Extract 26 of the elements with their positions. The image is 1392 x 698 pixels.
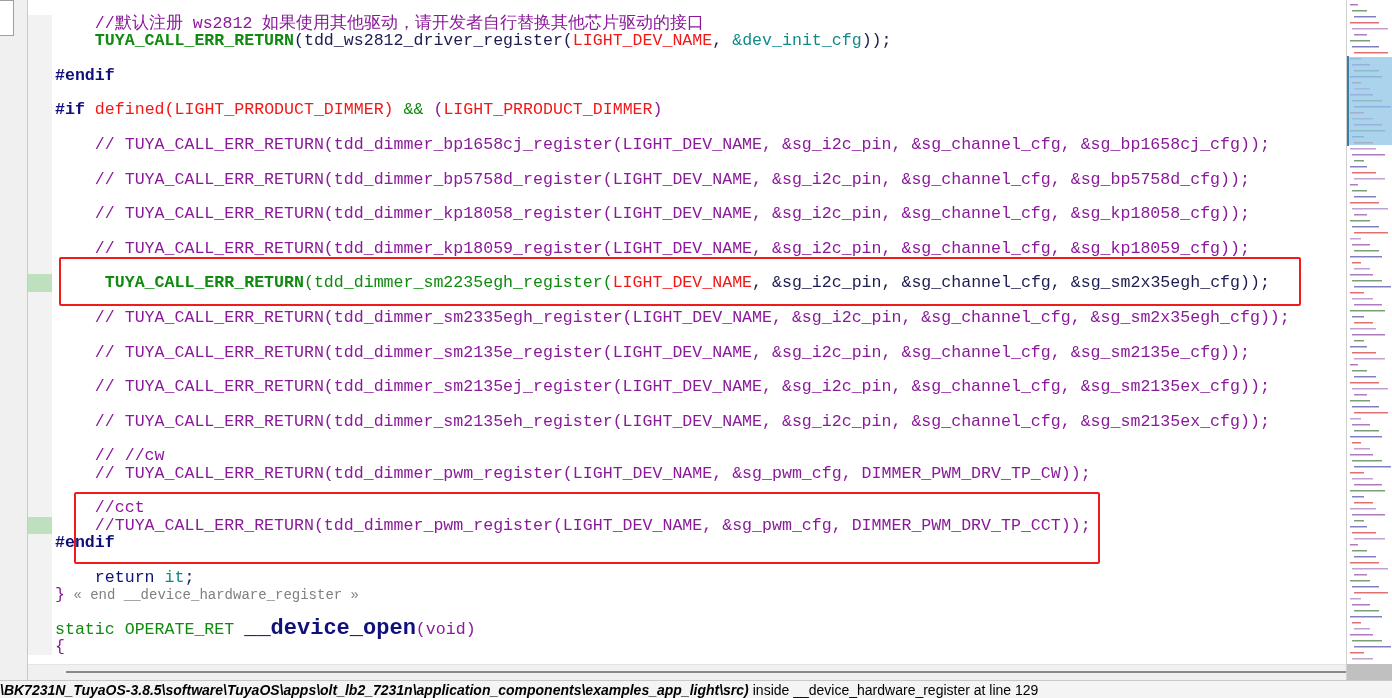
code-line: // TUYA_CALL_ERR_RETURN(tdd_dimmer_pwm_register(LIGHT_DEV_NAME, &sg_pwm_cfg, DIMMER_PWM_DRV_TP_CW));	[93, 464, 1091, 482]
horizontal-scrollbar[interactable]	[28, 664, 1346, 680]
cursor-context: inside __device_hardware_register at line 129	[752, 682, 1039, 698]
code-line: // TUYA_CALL_ERR_RETURN(tdd_dimmer_sm2135eh_register(LIGHT_DEV_NAME, &sg_i2c_pin, &sg_channel_cfg, &sg_sm2135ex_cfg));	[93, 412, 1270, 431]
code-line: // TUYA_CALL_ERR_RETURN(tdd_dimmer_kp18058_register(LIGHT_DEV_NAME, &sg_i2c_pin, &sg_channel_cfg, &sg_kp18058_cfg));	[93, 205, 1250, 223]
code-line: {	[55, 637, 65, 655]
code-line: // TUYA_CALL_ERR_RETURN(tdd_dimmer_bp1658cj_register(LIGHT_DEV_NAME, &sg_i2c_pin, &sg_channel_cfg, &sg_bp1658cj_cfg));	[93, 136, 1270, 154]
code-line: static OPERATE_RET __device_open(void)	[55, 620, 476, 638]
code-line: TUYA_CALL_ERR_RETURN(tdd_ws2812_driver_register(LIGHT_DEV_NAME, &dev_init_cfg));	[93, 32, 892, 50]
code-line: // TUYA_CALL_ERR_RETURN(tdd_dimmer_sm2135e_register(LIGHT_DEV_NAME, &sg_i2c_pin, &sg_channel_cfg, &sg_sm2135e_cfg));	[93, 343, 1250, 361]
file-path: \BK7231N_TuyaOS-3.8.5\software\TuyaOS\apps\olt_lb2_7231n\application_components\examples_app_light\src)	[0, 682, 749, 698]
code-line: // TUYA_CALL_ERR_RETURN(tdd_dimmer_sm2135ej_register(LIGHT_DEV_NAME, &sg_i2c_pin, &sg_channel_cfg, &sg_sm2135ex_cfg));	[93, 378, 1270, 396]
code-line: //默认注册 ws2812 如果使用其他驱动，请开发者自行替换其他芯片驱动的接口	[93, 15, 705, 33]
code-line: #if defined(LIGHT_PRRODUCT_DIMMER) && (LIGHT_PRRODUCT_DIMMER)	[55, 101, 663, 119]
code-line: } « end __device_hardware_register »	[55, 585, 360, 604]
code-line: // //cw	[93, 447, 165, 465]
panel-field[interactable]	[0, 0, 14, 36]
code-line: // TUYA_CALL_ERR_RETURN(tdd_dimmer_kp18059_register(LIGHT_DEV_NAME, &sg_i2c_pin, &sg_channel_cfg, &sg_kp18059_cfg));	[93, 239, 1250, 258]
code-line: #endif	[55, 66, 115, 85]
code-line: return it;	[93, 568, 195, 586]
code-line: //cct	[93, 499, 145, 517]
code-line: // TUYA_CALL_ERR_RETURN(tdd_dimmer_bp5758d_register(LIGHT_DEV_NAME, &sg_i2c_pin, &sg_channel_cfg, &sg_bp5758d_cfg));	[93, 170, 1250, 188]
code-line: TUYA_CALL_ERR_RETURN(tdd_dimmer_sm2235egh_register(LIGHT_DEV_NAME, &sg_i2c_pin, &sg_channel_cfg, &sg_sm2x35egh_cfg));	[103, 274, 1270, 292]
code-line: //TUYA_CALL_ERR_RETURN(tdd_dimmer_pwm_register(LIGHT_DEV_NAME, &sg_pwm_cfg, DIMMER_PWM_DRV_TP_CCT));	[93, 516, 1091, 534]
code-line: // TUYA_CALL_ERR_RETURN(tdd_dimmer_sm2335egh_register(LIGHT_DEV_NAME, &sg_i2c_pin, &sg_channel_cfg, &sg_sm2x35egh_cfg));	[93, 309, 1290, 327]
minimap-drawing[interactable]	[1346, 0, 1392, 680]
